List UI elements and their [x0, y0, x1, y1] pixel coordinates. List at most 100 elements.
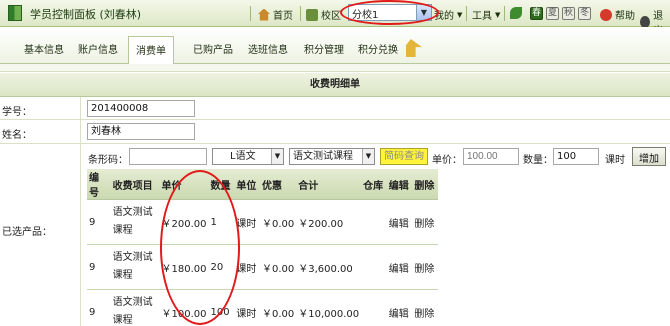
help-icon: [600, 8, 612, 21]
item-line: 语文测试: [112, 207, 153, 218]
chevron-down-icon[interactable]: ▼: [362, 149, 374, 164]
delete-link[interactable]: 删除: [412, 244, 438, 290]
quick-icon-winter[interactable]: 冬: [578, 7, 591, 20]
student-no-label: 学号：: [2, 107, 32, 118]
cell-unit: 课时: [234, 244, 260, 290]
top-header-bar: 学员控制面板 (刘春林) 首页 校区 分校1 ▼ 我的 ▼ 工具 ▼ 春 夏 秋…: [0, 0, 670, 37]
delete-link[interactable]: 删除: [412, 199, 438, 245]
cell-warehouse: [361, 289, 387, 326]
app-logo-icon: [8, 5, 22, 21]
campus-label: 校区: [321, 11, 341, 22]
student-no-field[interactable]: 201400008: [87, 100, 195, 117]
cell-unit: 课时: [234, 199, 260, 245]
col-header-delete: 删除: [412, 169, 438, 200]
caret-down-icon: ▼: [457, 10, 463, 19]
help-link[interactable]: 帮助: [600, 7, 635, 22]
cell-price: ￥200.00: [159, 199, 209, 245]
table-header-row: 编号 收费项目 单价 数量 单位 优惠 合计 仓库 编辑 删除: [87, 169, 438, 200]
row-divider: [80, 97, 81, 119]
item-line: 语文测试: [112, 252, 153, 263]
edit-link[interactable]: 编辑: [386, 199, 413, 245]
campus-select[interactable]: 分校1 ▼: [348, 4, 432, 21]
arrow-up-icon[interactable]: [406, 39, 422, 57]
tab-class-selection[interactable]: 选班信息: [248, 41, 288, 56]
col-header-unit: 单位: [234, 169, 260, 200]
tab-bar: 基本信息 账户信息 消费单 已购产品 选班信息 积分管理 积分兑换: [0, 27, 670, 64]
quick-query-button[interactable]: 简码查询: [380, 148, 428, 165]
col-header-price: 单价: [159, 169, 209, 200]
table-row: 9 语文测试 课程 ￥100.00 100 课时 ￥0.00 ￥10,000.00…: [87, 289, 438, 326]
tools-menu[interactable]: 工具 ▼: [472, 7, 501, 23]
header-divider: [466, 6, 467, 21]
tab-purchased-products[interactable]: 已购产品: [193, 41, 233, 56]
table-row: 9 语文测试 课程 ￥180.00 20 课时 ￥0.00 ￥3,600.00 编…: [87, 244, 438, 290]
quantity-label: 数量：: [523, 155, 553, 166]
home-link[interactable]: 首页: [258, 7, 293, 22]
unit-price-label: 单价：: [432, 155, 462, 166]
col-header-qty: 数量: [208, 169, 235, 200]
subject-select-value: L语文: [230, 151, 256, 162]
campus-icon: [306, 8, 318, 21]
col-header-id: 编号: [87, 169, 111, 200]
col-header-edit: 编辑: [386, 169, 413, 200]
tab-points-management[interactable]: 积分管理: [304, 41, 344, 56]
app-title: 学员控制面板 (刘春林): [30, 8, 142, 21]
edit-link[interactable]: 编辑: [386, 289, 413, 326]
chevron-down-icon[interactable]: ▼: [271, 149, 283, 164]
course-select[interactable]: 语文测试课程 ▼: [289, 148, 375, 165]
leaf-icon[interactable]: [510, 7, 522, 19]
mine-label: 我的: [434, 11, 454, 22]
item-line: 语文测试: [112, 297, 153, 308]
mine-menu[interactable]: 我的 ▼: [434, 7, 463, 23]
quick-icon-autumn[interactable]: 秋: [562, 7, 575, 20]
cell-unit: 课时: [234, 289, 260, 326]
cell-total: ￥200.00: [296, 199, 362, 245]
quick-icon-spring[interactable]: 春: [530, 7, 543, 20]
name-row: 姓名： 刘春林: [0, 120, 670, 144]
home-icon: [258, 8, 270, 21]
name-field[interactable]: 刘春林: [87, 123, 195, 140]
cell-discount: ￥0.00: [259, 244, 297, 290]
header-divider: [504, 6, 505, 21]
cell-discount: ￥0.00: [259, 289, 297, 326]
campus-select-value: 分校1: [352, 10, 379, 21]
name-label: 姓名：: [2, 130, 32, 141]
tab-account-info[interactable]: 账户信息: [78, 41, 118, 56]
quick-icon-summer[interactable]: 夏: [546, 7, 559, 20]
home-label: 首页: [273, 11, 293, 22]
col-header-warehouse: 仓库: [361, 169, 387, 200]
cell-total: ￥10,000.00: [296, 289, 362, 326]
caret-down-icon: ▼: [495, 10, 501, 19]
tab-basic-info[interactable]: 基本信息: [24, 41, 64, 56]
tab-consumption[interactable]: 消费单: [128, 36, 174, 64]
cell-item: 语文测试 课程: [110, 244, 160, 290]
chevron-down-icon[interactable]: ▼: [416, 5, 431, 20]
row-divider: [80, 120, 81, 143]
delete-link[interactable]: 删除: [412, 289, 438, 326]
tab-strip: [0, 64, 670, 72]
cell-qty: 20: [208, 244, 235, 290]
cell-qty: 100: [208, 289, 235, 326]
cell-id: 9: [87, 244, 111, 290]
subject-select[interactable]: L语文 ▼: [212, 148, 284, 165]
course-select-value: 语文测试课程: [293, 151, 353, 162]
add-button[interactable]: 增加: [632, 147, 666, 166]
cell-id: 9: [87, 289, 111, 326]
tab-points-redemption[interactable]: 积分兑换: [358, 41, 398, 56]
cell-price: ￥100.00: [159, 289, 209, 326]
barcode-input[interactable]: [129, 148, 207, 165]
col-header-total: 合计: [296, 169, 362, 200]
cell-item: 语文测试 课程: [110, 199, 160, 245]
header-divider: [250, 6, 251, 21]
cell-id: 9: [87, 199, 111, 245]
row-divider: [80, 144, 81, 326]
table-row: 9 语文测试 课程 ￥200.00 1 课时 ￥0.00 ￥200.00 编辑 删…: [87, 199, 438, 245]
col-header-discount: 优惠: [259, 169, 297, 200]
help-label: 帮助: [615, 11, 635, 22]
edit-link[interactable]: 编辑: [386, 244, 413, 290]
col-header-item: 收费项目: [110, 169, 160, 200]
campus-link[interactable]: 校区: [306, 7, 341, 22]
selected-products-table: 编号 收费项目 单价 数量 单位 优惠 合计 仓库 编辑 删除 9 语文测试 课程…: [87, 169, 438, 326]
unit-price-input[interactable]: [463, 148, 519, 165]
quantity-input[interactable]: 100: [553, 148, 599, 165]
